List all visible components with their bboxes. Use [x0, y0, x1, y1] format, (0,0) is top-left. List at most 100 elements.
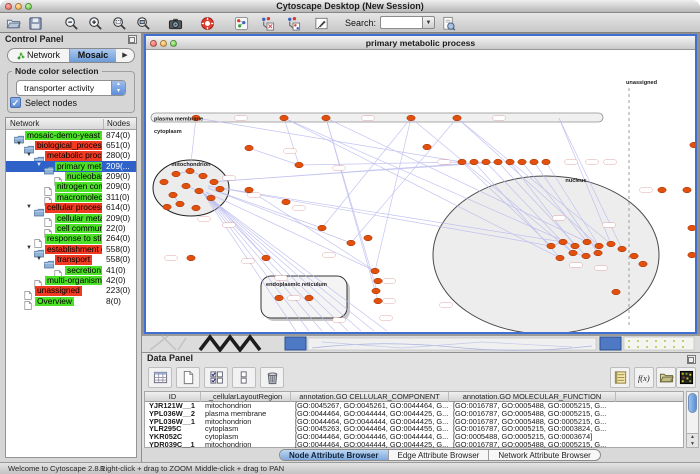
network-overlay-icon[interactable] [232, 14, 250, 32]
network-node[interactable] [688, 225, 695, 231]
net-zoom-button[interactable] [170, 40, 177, 47]
tree-row[interactable]: macromolecule311(0) [6, 192, 136, 202]
network-node[interactable] [658, 187, 666, 193]
network-node[interactable] [583, 239, 591, 245]
table-scrollbar[interactable]: ▲▼ [686, 391, 699, 448]
table-row[interactable]: YPL036W__2plasma membrane[GO:0044464, GO… [145, 410, 683, 418]
network-node[interactable] [612, 289, 620, 295]
network-node[interactable] [182, 183, 190, 189]
network-node[interactable] [322, 115, 330, 121]
network-node[interactable] [347, 240, 355, 246]
network-node[interactable] [262, 255, 270, 261]
network-node[interactable] [618, 246, 626, 252]
tree-row[interactable]: multi-organism pro42(0) [6, 275, 136, 285]
column-header[interactable]: annotation.GO MOLECULAR_FUNCTION [449, 392, 616, 402]
tree-row[interactable]: ▼cellular process614(0) [6, 203, 136, 213]
network-node[interactable] [187, 255, 195, 261]
tab-network-attribute-browser[interactable]: Network Attribute Browser [489, 450, 599, 460]
network-node[interactable] [630, 253, 638, 259]
annotation-icon[interactable] [312, 14, 330, 32]
network-node[interactable] [305, 295, 313, 301]
column-header[interactable]: _cellularLayoutRegion [201, 392, 291, 402]
search-input[interactable] [380, 16, 422, 29]
import-attributes-icon[interactable] [656, 367, 676, 388]
tree-expand-icon[interactable]: ▼ [36, 256, 42, 262]
network-node[interactable] [423, 144, 431, 150]
tree-expand-icon[interactable]: ▼ [16, 141, 22, 147]
window-titlebar[interactable]: Cytoscape Desktop (New Session) [0, 0, 700, 13]
network-node[interactable] [372, 288, 380, 294]
tree-row[interactable]: ▼biological_process651(0) [6, 140, 136, 150]
network-node[interactable] [192, 205, 200, 211]
scrollbar-thumb[interactable] [688, 393, 697, 413]
network-node[interactable] [176, 201, 184, 207]
network-node[interactable] [494, 159, 502, 165]
tab-network[interactable]: Network [8, 49, 70, 62]
tree-row[interactable]: ▼transport558(0) [6, 255, 136, 265]
column-header[interactable]: ID [145, 392, 201, 402]
network-node[interactable] [556, 255, 564, 261]
table-row[interactable]: YJR121W__1mitochondrion[GO:0045267, GO:0… [145, 402, 683, 410]
net-minimize-button[interactable] [160, 40, 167, 47]
select-attributes-icon[interactable] [204, 367, 228, 388]
network-node[interactable] [207, 195, 215, 201]
network-node[interactable] [199, 173, 207, 179]
unselect-attributes-icon[interactable] [232, 367, 256, 388]
open-session-icon[interactable] [4, 14, 22, 32]
network-node[interactable] [275, 295, 283, 301]
network-node[interactable] [374, 278, 382, 284]
network-node[interactable] [216, 186, 224, 192]
tree-expand-icon[interactable]: ▼ [26, 152, 32, 158]
network-node[interactable] [407, 115, 415, 121]
attribute-batch-icon[interactable] [610, 367, 630, 388]
network-node[interactable] [163, 204, 171, 210]
network-node[interactable] [458, 159, 466, 165]
network-node[interactable] [186, 168, 194, 174]
network-node[interactable] [569, 250, 577, 256]
network-node[interactable] [470, 159, 478, 165]
float-panel-icon[interactable] [128, 35, 137, 44]
network-node[interactable] [594, 250, 602, 256]
network-node[interactable] [318, 225, 326, 231]
float-data-panel-icon[interactable] [687, 355, 696, 364]
attribute-table-icon[interactable] [148, 367, 172, 388]
network-node[interactable] [295, 162, 303, 168]
search-dropdown-button[interactable]: ▼ [422, 16, 435, 29]
network-node[interactable] [210, 179, 218, 185]
tree-row[interactable]: ▼primary metabo209(... [6, 161, 136, 171]
network-node[interactable] [245, 145, 253, 151]
network-merge-icon[interactable] [258, 14, 276, 32]
help-icon[interactable] [198, 14, 216, 32]
tab-node-attribute-browser[interactable]: Node Attribute Browser [280, 450, 389, 460]
select-nodes-checkbox[interactable]: ✓ [10, 97, 21, 108]
close-button[interactable] [5, 3, 12, 10]
tab-edge-attribute-browser[interactable]: Edge Attribute Browser [389, 450, 490, 460]
network-node[interactable] [482, 159, 490, 165]
tree-expand-icon[interactable]: ▼ [36, 162, 42, 168]
network-node[interactable] [280, 115, 288, 121]
tree-row[interactable]: ▼metabolic process280(0) [6, 151, 136, 161]
tab-mosaic[interactable]: Mosaic [70, 49, 116, 62]
network-node[interactable] [453, 115, 461, 121]
network-node[interactable] [371, 268, 379, 274]
tree-row[interactable]: ▼establishment of lo558(0) [6, 244, 136, 254]
network-node[interactable] [639, 261, 647, 267]
tree-row[interactable]: secretion41(0) [6, 265, 136, 275]
search-config-icon[interactable] [439, 14, 457, 32]
delete-attribute-icon[interactable] [260, 367, 284, 388]
network-node[interactable] [282, 199, 290, 205]
network-node[interactable] [172, 171, 180, 177]
network-node[interactable] [169, 192, 177, 198]
table-row[interactable]: YPL036W__1mitochondrion[GO:0044464, GO:0… [145, 418, 683, 426]
network-node[interactable] [364, 235, 372, 241]
net-close-button[interactable] [150, 40, 157, 47]
attribute-dropdown[interactable]: transporter activity ▲▼ [16, 80, 126, 96]
network-node[interactable] [571, 243, 579, 249]
tree-row[interactable]: Overview8(0) [6, 296, 136, 306]
network-node[interactable] [160, 179, 168, 185]
zoom-fit-icon[interactable] [134, 14, 152, 32]
network-node[interactable] [542, 159, 550, 165]
network-node[interactable] [595, 243, 603, 249]
matrix-icon[interactable] [676, 367, 696, 388]
network-node[interactable] [518, 159, 526, 165]
